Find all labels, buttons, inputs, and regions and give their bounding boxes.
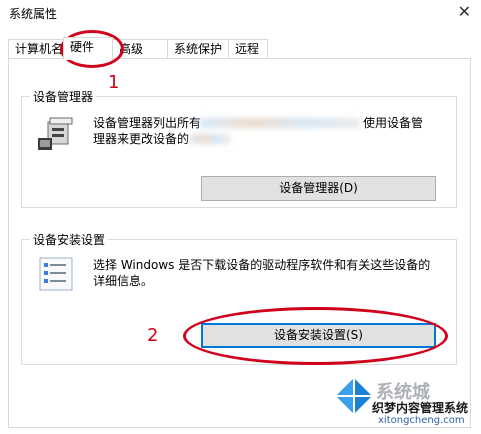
tab-hardware[interactable]: 硬件 (63, 37, 113, 60)
annotation-step-2: 2 (147, 325, 159, 346)
watermark-url: xitongcheng.com (378, 415, 465, 426)
tab-remote[interactable]: 远程 (228, 39, 268, 58)
device-install-desc-line1: 选择 Windows 是否下载设备的驱动程序软件和有关这些设备的 (93, 258, 431, 272)
window-title: 系统属性 (9, 7, 58, 21)
device-install-settings-button[interactable]: 设备安装设置(S) (201, 323, 436, 348)
title-bar: 系统属性 ✕ (0, 0, 481, 28)
windows-logo-icon (336, 378, 372, 414)
close-icon[interactable]: ✕ (458, 2, 471, 21)
blurred-text (200, 118, 360, 128)
device-install-icon (39, 257, 73, 291)
tab-advanced[interactable]: 高级 (112, 39, 168, 58)
device-manager-desc-line1: 设备管理器列出所有 (93, 116, 202, 130)
device-install-group-label: 设备安装设置 (30, 231, 109, 248)
watermark-subtitle: 织梦内容管理系统 (372, 401, 469, 415)
device-manager-desc-line2: 理器来更改设备的 (93, 132, 190, 146)
tab-strip: 计算机名 硬件 高级 系统保护 远程 (8, 37, 478, 60)
device-manager-icon (38, 117, 73, 150)
annotation-step-1: 1 (108, 72, 120, 93)
blurred-text-2 (190, 134, 230, 144)
device-install-desc-line2: 详细信息。 (93, 274, 154, 288)
device-manager-desc-line1-end: 使用设备管 (363, 116, 424, 130)
tab-computer-name[interactable]: 计算机名 (8, 39, 64, 58)
tab-system-protection[interactable]: 系统保护 (167, 39, 229, 58)
device-manager-button[interactable]: 设备管理器(D) (201, 176, 436, 201)
device-manager-group-label: 设备管理器 (30, 88, 97, 105)
